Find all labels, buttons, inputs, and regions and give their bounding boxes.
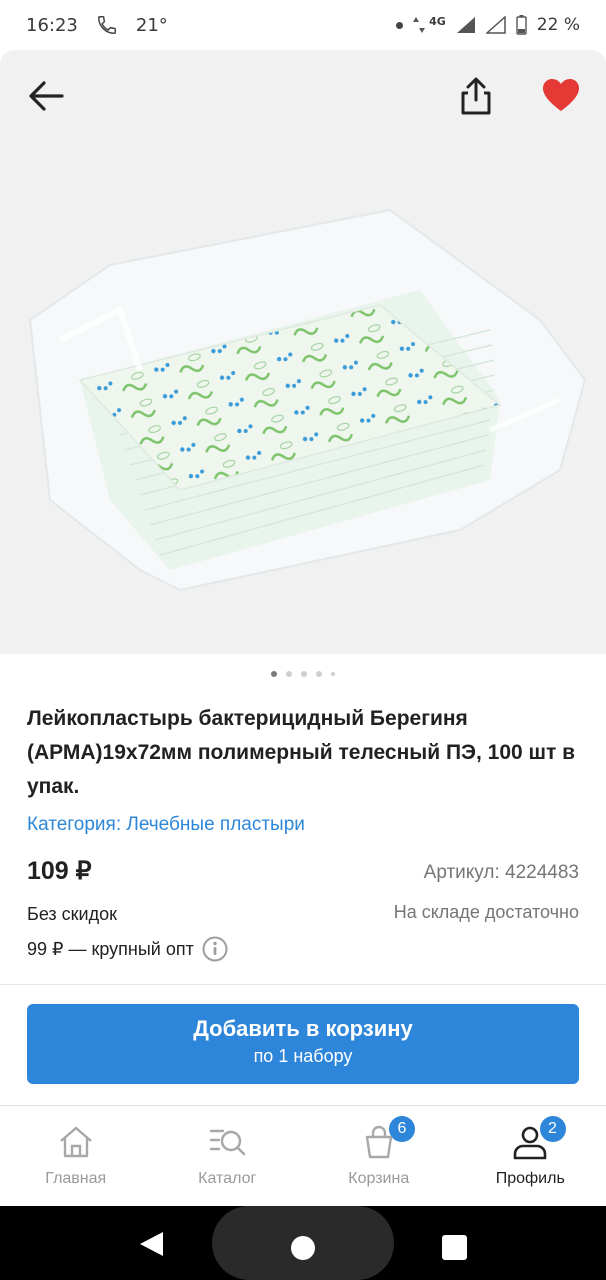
- add-to-cart-label: Добавить в корзину: [193, 1016, 413, 1041]
- profile-count-badge: 2: [539, 1116, 566, 1142]
- product-gallery[interactable]: [0, 50, 606, 654]
- product-sku: Артикул: 4224483: [423, 862, 579, 883]
- battery-percent: 22 %: [536, 15, 580, 35]
- catalog-search-icon: [210, 1129, 246, 1156]
- bottom-navigation: Главная Каталог 6 Корзина 2 Профиль: [0, 1106, 606, 1206]
- heart-icon[interactable]: [542, 78, 580, 112]
- system-back-icon[interactable]: [137, 1230, 165, 1258]
- phone-call-icon: [97, 16, 116, 34]
- data-arrows-icon: [413, 17, 426, 33]
- wholesale-price-row: 99 ₽ — крупный опт: [27, 936, 228, 962]
- network-type: 4G: [429, 14, 446, 28]
- pagination-dot[interactable]: [316, 671, 322, 677]
- wholesale-price: 99 ₽ — крупный опт: [27, 938, 194, 959]
- pagination-dot[interactable]: [301, 671, 307, 677]
- discount-status: Без скидок: [27, 904, 117, 924]
- divider: [0, 984, 606, 985]
- system-navigation-bar: [0, 1206, 606, 1280]
- pagination-dot[interactable]: [286, 671, 292, 677]
- battery-icon: [516, 15, 527, 35]
- stock-status: На складе достаточно: [393, 902, 579, 922]
- nav-label: Главная: [45, 1170, 107, 1187]
- product-price: 109 ₽: [27, 857, 92, 885]
- status-bar: 16:23 21° 4G 22 %: [0, 0, 606, 50]
- status-time: 16:23: [26, 14, 78, 36]
- add-to-cart-sublabel: по 1 набору: [253, 1046, 353, 1066]
- category-link[interactable]: Категория: Лечебные пластыри: [27, 814, 305, 836]
- system-recents-icon[interactable]: [442, 1235, 467, 1260]
- status-temperature: 21°: [135, 14, 168, 36]
- cart-count-badge: 6: [389, 1116, 415, 1142]
- share-icon[interactable]: [456, 76, 496, 116]
- nav-item-catalog[interactable]: Каталог: [152, 1106, 304, 1206]
- home-icon: [59, 1126, 92, 1158]
- notification-dot-icon: [396, 21, 404, 29]
- add-to-cart-button[interactable]: Добавить в корзину по 1 набору: [27, 1004, 579, 1084]
- nav-label: Корзина: [348, 1170, 410, 1187]
- nav-item-profile[interactable]: 2 Профиль: [455, 1106, 606, 1206]
- pagination-dot[interactable]: [331, 672, 335, 676]
- nav-item-home[interactable]: Главная: [0, 1106, 152, 1206]
- arrow-left-icon[interactable]: [26, 78, 66, 114]
- product-title: Лейкопластырь бактерицидный Берегиня (АР…: [27, 707, 576, 798]
- nav-label: Профиль: [495, 1170, 565, 1187]
- gallery-pagination: [0, 671, 606, 677]
- nav-item-cart[interactable]: 6 Корзина: [303, 1106, 455, 1206]
- signal-icon: [456, 17, 475, 33]
- product-image[interactable]: [20, 170, 590, 600]
- system-home-icon[interactable]: [291, 1236, 315, 1260]
- signal-empty-icon: [485, 16, 506, 34]
- info-icon[interactable]: [202, 936, 228, 962]
- pagination-dot[interactable]: [271, 671, 277, 677]
- nav-label: Каталог: [198, 1170, 257, 1187]
